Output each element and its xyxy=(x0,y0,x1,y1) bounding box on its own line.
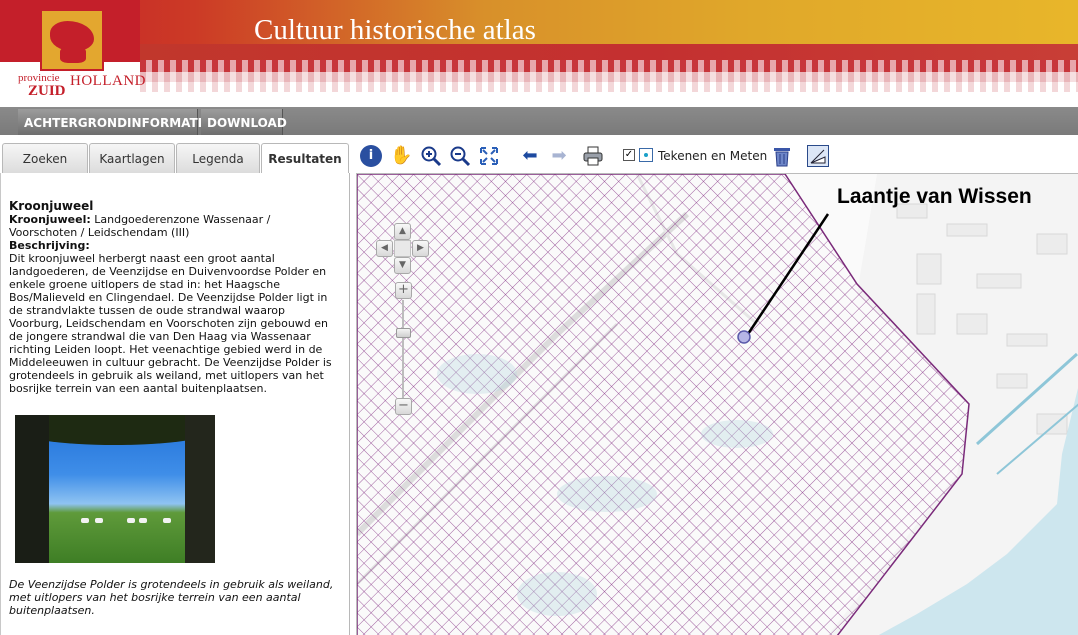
measure-glyph xyxy=(810,149,826,164)
forward-arrow-icon[interactable]: ➡ xyxy=(548,145,570,167)
result-description: Dit kroonjuweel herbergt naast een groot… xyxy=(9,252,332,395)
logo-text-zuid: ZUID xyxy=(28,83,66,99)
province-logo[interactable] xyxy=(40,9,104,71)
result-photo xyxy=(15,415,215,563)
back-arrow-icon[interactable]: ⬅ xyxy=(519,145,541,167)
results-content: Kroonjuweel Kroonjuweel: Landgoederenzon… xyxy=(9,173,339,635)
photo-tree xyxy=(15,415,49,563)
result-title: Kroonjuweel xyxy=(9,199,94,213)
nav-bar: ACHTERGRONDINFORMATIE DOWNLOAD xyxy=(0,107,1078,135)
pan-down-button[interactable]: ▼ xyxy=(394,257,411,274)
draw-icon[interactable] xyxy=(639,148,653,162)
photo-cow xyxy=(127,518,135,523)
photo-cow xyxy=(163,518,171,523)
pan-up-button[interactable]: ▲ xyxy=(394,223,411,240)
photo-caption: De Veenzijdse Polder is grotendeels in g… xyxy=(9,578,334,617)
result-desc-label: Beschrijving: xyxy=(9,239,90,252)
panel-tabs: Zoeken Kaartlagen Legenda Resultaten xyxy=(0,143,350,173)
map-canvas[interactable]: Laantje van Wissen ▲ ◀ ▶ ▼ + − xyxy=(356,173,1078,635)
map-toolbar: i ✋ ⬅ ➡ ✓ Tekenen en Meten xyxy=(356,142,1078,170)
photo-cow xyxy=(95,518,103,523)
measure-icon[interactable] xyxy=(807,145,829,167)
results-panel[interactable]: Kroonjuweel Kroonjuweel: Landgoederenzon… xyxy=(0,173,350,635)
zoom-out-button[interactable]: − xyxy=(395,398,412,415)
map-graphics xyxy=(357,174,1078,635)
tekenen-checkbox[interactable]: ✓ xyxy=(623,149,635,161)
lion-icon xyxy=(60,47,86,63)
print-icon[interactable] xyxy=(582,145,604,167)
zoom-out-icon[interactable] xyxy=(449,145,471,167)
zoom-slider-thumb[interactable] xyxy=(396,328,411,338)
photo-cow xyxy=(81,518,89,523)
info-icon[interactable]: i xyxy=(360,145,382,167)
result-field: Kroonjuweel: Landgoederenzone Wassenaar … xyxy=(9,213,339,239)
header-pattern xyxy=(140,82,1078,92)
full-extent-glyph xyxy=(480,147,498,165)
result-field-label: Kroonjuweel: xyxy=(9,213,91,226)
pan-hand-icon[interactable]: ✋ xyxy=(390,145,412,167)
pan-right-button[interactable]: ▶ xyxy=(412,240,429,257)
header-band xyxy=(0,0,1078,44)
app-window: provincie HOLLAND ZUID Cultuur historisc… xyxy=(0,0,1078,635)
nav-download[interactable]: DOWNLOAD xyxy=(201,109,287,135)
tab-legenda[interactable]: Legenda xyxy=(176,143,260,173)
tab-zoeken[interactable]: Zoeken xyxy=(2,143,88,173)
zoom-slider-track[interactable] xyxy=(402,300,404,398)
map-annotation-label: Laantje van Wissen xyxy=(837,185,1032,208)
zoom-in-button[interactable]: + xyxy=(395,282,412,299)
trash-icon[interactable] xyxy=(771,145,793,167)
logo-text-holland: HOLLAND xyxy=(70,73,146,89)
pan-center xyxy=(394,240,411,257)
zoom-out-glyph xyxy=(450,146,471,167)
zoom-in-icon[interactable] xyxy=(420,145,442,167)
tab-resultaten[interactable]: Resultaten xyxy=(261,143,349,173)
full-extent-icon[interactable] xyxy=(478,145,500,167)
print-glyph xyxy=(583,146,603,166)
location-marker[interactable] xyxy=(737,330,751,344)
photo-cow xyxy=(139,518,147,523)
zoom-in-glyph xyxy=(421,146,442,167)
header-banner: provincie HOLLAND ZUID Cultuur historisc… xyxy=(0,0,1078,107)
page-title: Cultuur historische atlas xyxy=(254,14,536,46)
tekenen-label: Tekenen en Meten xyxy=(658,149,768,163)
pan-left-button[interactable]: ◀ xyxy=(376,240,393,257)
trash-glyph xyxy=(774,148,790,167)
nav-achtergrondinformatie[interactable]: ACHTERGRONDINFORMATIE xyxy=(18,109,210,135)
photo-tree xyxy=(185,415,215,563)
tab-kaartlagen[interactable]: Kaartlagen xyxy=(89,143,175,173)
